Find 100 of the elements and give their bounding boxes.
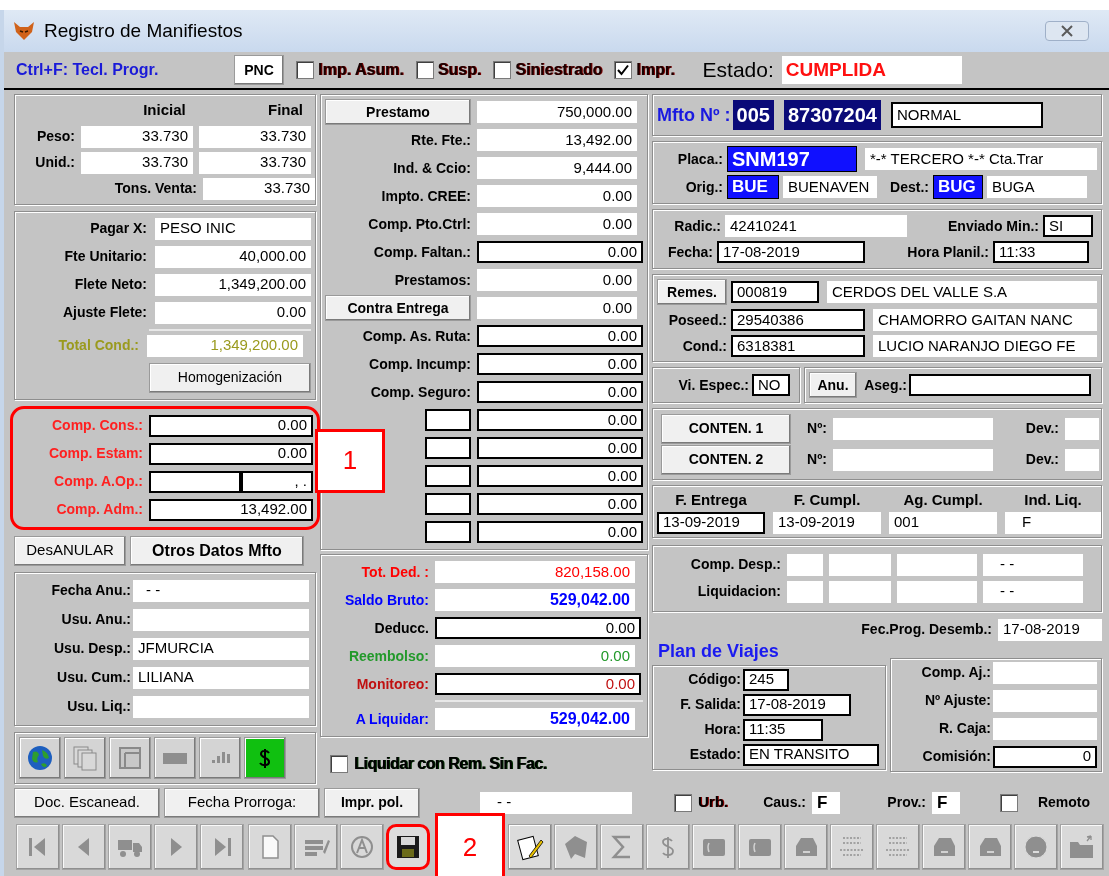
text-field[interactable]: 40,000.00 [155, 245, 311, 268]
number-field[interactable]: 87307204 [783, 100, 881, 130]
form-button[interactable]: PNC [234, 55, 284, 85]
text-field[interactable]: 17-08-2019 [743, 693, 851, 716]
text-field[interactable]: F [1005, 511, 1101, 534]
form-button[interactable]: Doc. Escanead. [14, 787, 160, 818]
text-field[interactable]: 6318381 [731, 335, 865, 357]
code-field[interactable] [425, 437, 471, 459]
checkbox[interactable] [296, 61, 314, 79]
text-field[interactable]: 11:33 [993, 241, 1089, 263]
form-button[interactable]: Prestamo [325, 99, 471, 125]
text-field[interactable]: 29540386 [731, 309, 865, 331]
text-field[interactable]: 1,349,200.00 [155, 273, 311, 296]
text-field[interactable]: 13,492.00 [149, 498, 313, 521]
text-field[interactable]: 0.00 [477, 465, 643, 487]
text-field[interactable]: 17-08-2019 [998, 618, 1102, 641]
code-field[interactable] [425, 521, 471, 543]
text-field[interactable]: 0 [993, 745, 1097, 768]
code-field[interactable] [425, 409, 471, 431]
text-field[interactable]: 0.00 [435, 617, 641, 639]
text-field[interactable]: 0.00 [477, 269, 637, 291]
origin-code[interactable]: BUE [727, 175, 779, 199]
text-field[interactable]: 13-09-2019 [773, 511, 881, 534]
checkbox[interactable] [614, 61, 633, 79]
text-field[interactable]: 529,042.00 [435, 589, 635, 611]
text-field[interactable]: SI [1043, 215, 1093, 237]
text-field[interactable]: 0.00 [155, 301, 311, 324]
text-field[interactable] [909, 374, 1091, 396]
text-field[interactable]: 0.00 [435, 645, 635, 667]
text-field[interactable]: - - [133, 579, 309, 602]
text-field[interactable]: 0.00 [435, 673, 641, 695]
form-button[interactable]: Otros Datos Mfto [130, 535, 304, 566]
close-button[interactable] [1045, 21, 1089, 41]
text-field[interactable]: 0.00 [477, 521, 643, 543]
text-field[interactable]: LUCIO NARANJO DIEGO FE [873, 335, 1097, 357]
text-field[interactable]: , . [241, 470, 313, 493]
text-field[interactable]: 13,492.00 [477, 129, 637, 151]
text-field[interactable]: 0.00 [477, 493, 643, 515]
text-field[interactable]: 33.730 [81, 125, 193, 148]
series-field[interactable]: 005 [732, 100, 774, 130]
text-field[interactable]: 33.730 [81, 151, 193, 174]
text-field[interactable]: 0.00 [149, 414, 313, 437]
text-field[interactable]: 0.00 [477, 381, 643, 403]
text-field[interactable] [149, 470, 241, 493]
form-button[interactable]: Contra Entrega [325, 295, 471, 321]
text-field[interactable]: NO [752, 374, 790, 396]
text-field[interactable]: 001 [889, 511, 997, 534]
text-field[interactable]: EN TRANSITO [743, 743, 879, 766]
text-field[interactable]: 529,042.00 [435, 708, 635, 730]
code-field[interactable] [425, 465, 471, 487]
text-field[interactable]: JFMURCIA [133, 637, 309, 660]
text-field[interactable]: 11:35 [743, 718, 823, 741]
checkbox[interactable] [330, 755, 348, 773]
text-field[interactable]: - - [983, 580, 1083, 603]
text-field[interactable]: 42410241 [725, 215, 907, 237]
form-button[interactable]: CONTEN. 1 [661, 413, 791, 444]
text-field[interactable]: LILIANA [133, 666, 309, 689]
text-field[interactable]: PESO INIC [155, 217, 311, 240]
text-field[interactable]: 0.00 [477, 409, 643, 431]
text-field[interactable]: CERDOS DEL VALLE S.A [827, 281, 1097, 303]
text-field[interactable]: - - [983, 553, 1083, 576]
text-field[interactable]: F [932, 791, 960, 814]
text-field[interactable]: BUENAVEN [783, 176, 877, 198]
text-field[interactable]: BUGA [987, 176, 1087, 198]
text-field[interactable]: 33.730 [199, 125, 311, 148]
text-field[interactable]: 0.00 [477, 325, 643, 347]
checkbox[interactable] [674, 793, 692, 812]
text-field[interactable]: 0.00 [149, 442, 313, 465]
text-field[interactable]: 000819 [731, 281, 819, 303]
plate-field[interactable]: SNM197 [727, 146, 857, 172]
text-field[interactable]: - - [480, 791, 632, 814]
text-field[interactable]: 17-08-2019 [717, 241, 865, 263]
form-button[interactable]: Remes. [657, 279, 727, 305]
text-field[interactable]: 33.730 [203, 177, 315, 200]
form-button[interactable]: DesANULAR [14, 535, 126, 566]
text-field[interactable]: 0.00 [477, 437, 643, 459]
text-field[interactable]: 245 [743, 668, 789, 691]
checkbox[interactable] [1000, 793, 1018, 812]
text-field[interactable]: CHAMORRO GAITAN NANC [873, 309, 1097, 331]
checkbox[interactable] [493, 61, 512, 79]
text-field[interactable]: 750,000.00 [477, 101, 637, 123]
form-button[interactable]: Homogenización [149, 362, 311, 393]
text-field[interactable]: 0.00 [477, 185, 637, 207]
checkbox[interactable] [415, 61, 434, 79]
text-field[interactable]: *-* TERCERO *-* Cta.Trar [865, 148, 1097, 170]
text-field[interactable]: 9,444.00 [477, 157, 637, 179]
code-field[interactable] [425, 493, 471, 515]
form-button[interactable]: CONTEN. 2 [661, 444, 791, 475]
toolbar-button[interactable] [508, 823, 552, 870]
text-field[interactable]: NORMAL [890, 102, 1043, 128]
form-button[interactable]: Impr. pol. [324, 787, 420, 818]
form-button[interactable]: Fecha Prorroga: [164, 787, 320, 818]
text-field[interactable]: 13-09-2019 [657, 511, 765, 534]
text-field[interactable]: F [812, 791, 840, 814]
text-field[interactable]: 0.00 [477, 241, 643, 263]
text-field[interactable]: 0.00 [477, 213, 637, 235]
text-field[interactable]: 33.730 [199, 151, 311, 174]
text-field[interactable]: 820,158.00 [435, 561, 635, 583]
destination-code[interactable]: BUG [933, 175, 983, 199]
form-button[interactable]: Anu. [809, 372, 857, 398]
